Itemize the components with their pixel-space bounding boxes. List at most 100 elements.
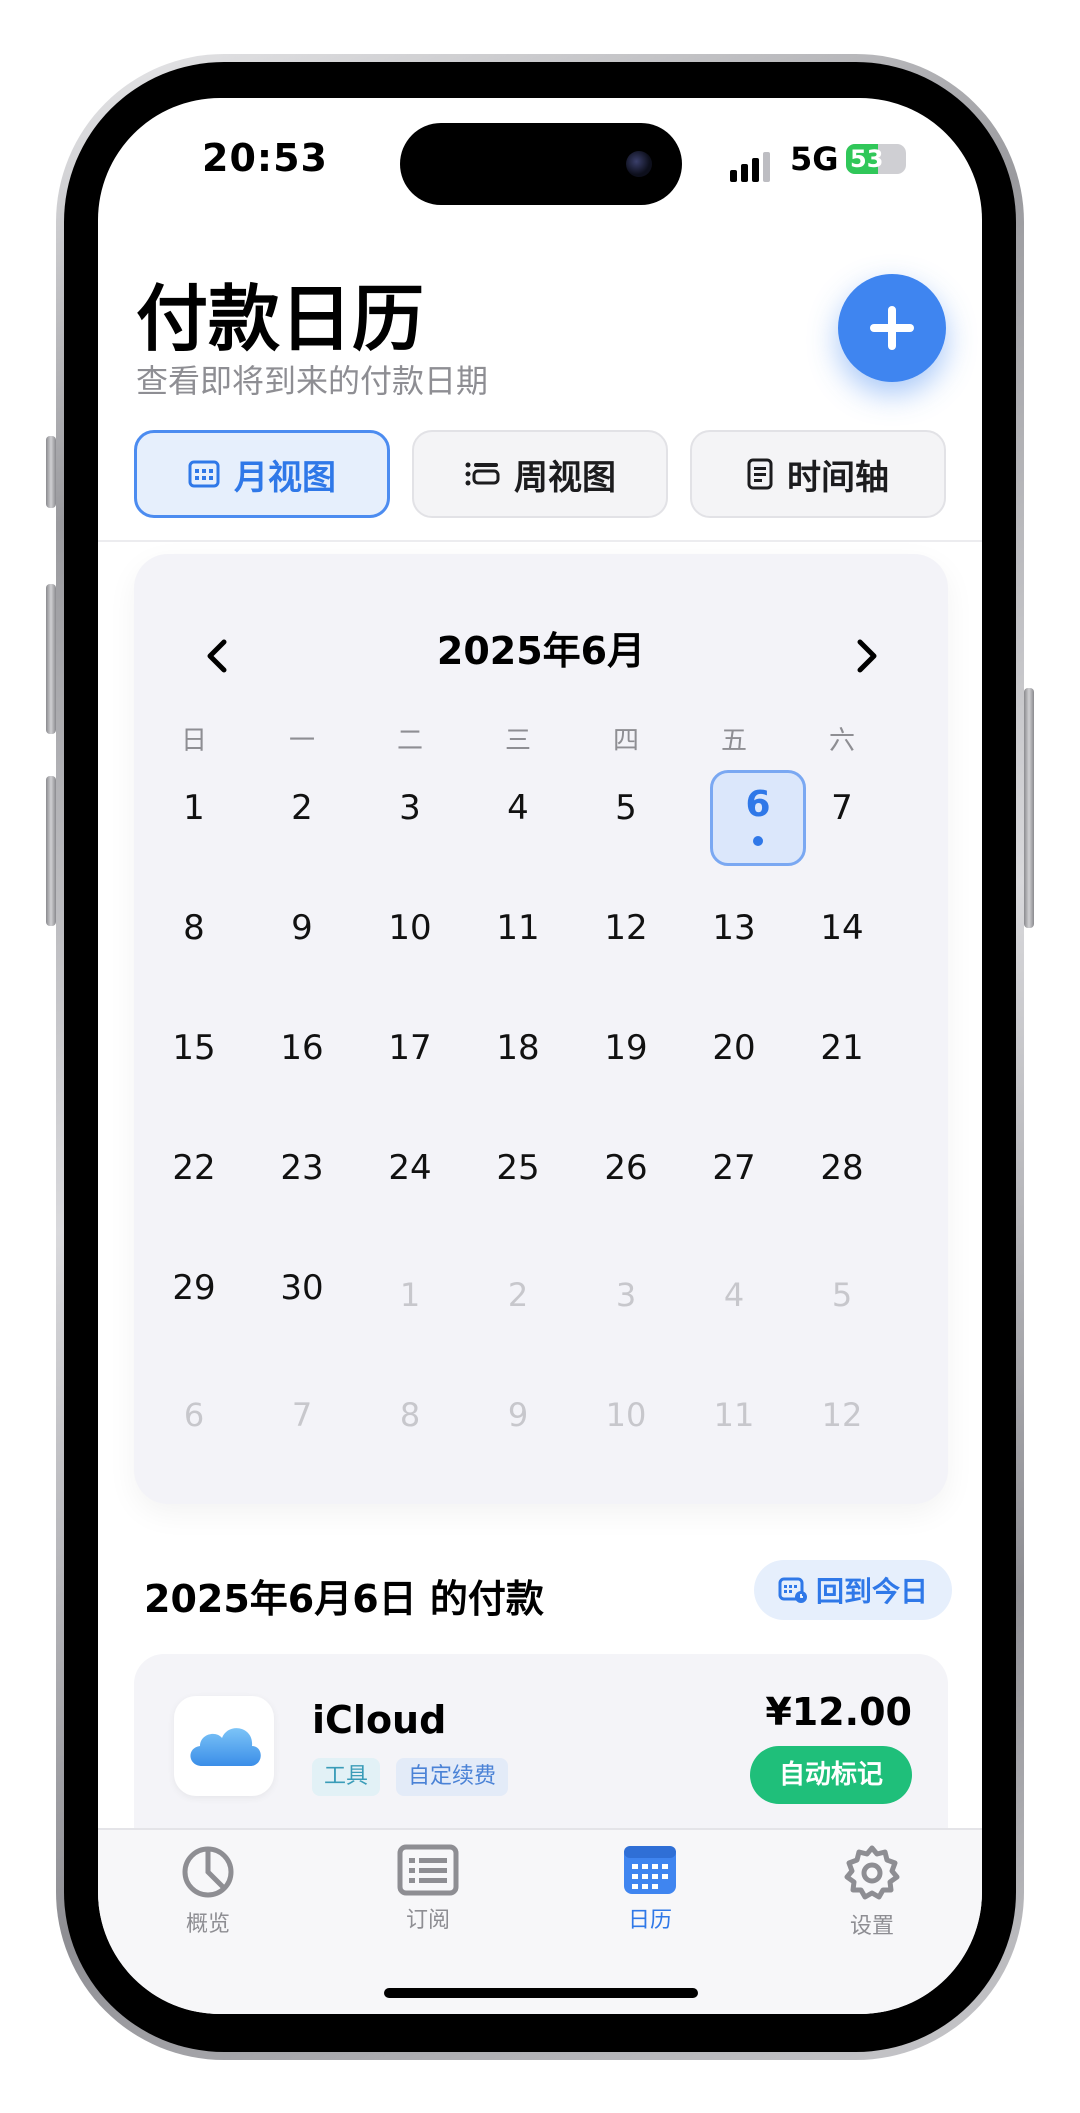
auto-mark-button[interactable]: 自动标记 — [750, 1746, 912, 1804]
back-to-today-button[interactable]: 回到今日 — [754, 1560, 952, 1620]
calendar-day[interactable]: 24 — [356, 1148, 464, 1188]
calendar-day-outside-month: 3 — [615, 1276, 637, 1314]
calendar-day[interactable]: 17 — [356, 1028, 464, 1068]
weekday-label: 六 — [828, 726, 855, 756]
weekday-label: 二 — [396, 726, 423, 756]
front-camera — [626, 151, 652, 177]
tabbar-label: 订阅 — [405, 1908, 450, 1933]
status-time: 20:53 — [202, 136, 328, 180]
weekday-label: 五 — [720, 726, 747, 756]
tabbar-item-subscriptions[interactable]: 订阅 — [348, 1844, 508, 1934]
calendar-day[interactable]: 26 — [572, 1148, 680, 1188]
calendar-day[interactable]: 2 — [248, 788, 356, 828]
week-list-icon — [465, 462, 500, 486]
calendar-day[interactable]: 18 — [464, 1028, 572, 1068]
tabbar-label: 设置 — [849, 1914, 894, 1939]
dynamic-island — [400, 123, 682, 205]
page-title: 付款日历 — [136, 277, 425, 361]
mute-switch — [46, 436, 56, 508]
calendar-day-outside-month: 2 — [507, 1276, 529, 1314]
calendar-day-outside-month: 10 — [605, 1396, 647, 1434]
calendar-day[interactable]: 22 — [140, 1148, 248, 1188]
calendar-day[interactable]: 19 — [572, 1028, 680, 1068]
calendar-icon — [624, 1846, 676, 1894]
cloud-icon — [190, 1728, 261, 1766]
calendar-day-outside-month: 11 — [713, 1396, 755, 1434]
tab-label: 月视图 — [234, 457, 336, 498]
calendar-day[interactable]: 12 — [572, 908, 680, 948]
volume-down-button — [46, 776, 56, 926]
gear-icon — [844, 1845, 900, 1900]
home-indicator — [384, 1988, 698, 1998]
bottom-tab-bar: 概览 订阅 日历 设置 — [98, 1828, 982, 2014]
tab-timeline-view[interactable]: 时间轴 — [690, 430, 946, 518]
calendar-grid-icon — [188, 460, 220, 488]
calendar-today-icon — [778, 1577, 807, 1603]
tabbar-item-overview[interactable]: 概览 — [128, 1844, 288, 1938]
add-payment-button[interactable] — [838, 274, 946, 382]
page-subtitle: 查看即将到来的付款日期 — [136, 362, 489, 400]
tabbar-label: 概览 — [185, 1912, 230, 1937]
battery-icon: 53 — [846, 144, 906, 174]
tab-week-view[interactable]: 周视图 — [412, 430, 668, 518]
power-button — [1024, 688, 1034, 928]
calendar-day[interactable]: 25 — [464, 1148, 572, 1188]
calendar-day[interactable]: 13 — [680, 908, 788, 948]
calendar-day[interactable]: 23 — [248, 1148, 356, 1188]
network-type: 5G — [790, 140, 839, 178]
weekday-label: 日 — [180, 726, 207, 756]
calendar-day[interactable]: 4 — [464, 788, 572, 828]
list-icon — [397, 1844, 459, 1896]
calendar-day[interactable]: 8 — [140, 908, 248, 948]
calendar-day-outside-month: 7 — [291, 1396, 313, 1434]
tabbar-item-calendar[interactable]: 日历 — [570, 1844, 730, 1934]
calendar-day-outside-month: 1 — [399, 1276, 421, 1314]
category-tag: 工具 — [312, 1758, 381, 1796]
calendar-day[interactable]: 15 — [140, 1028, 248, 1068]
calendar-day-outside-month: 6 — [183, 1396, 205, 1434]
payment-dot-indicator — [753, 836, 763, 846]
calendar-day[interactable]: 1 — [140, 788, 248, 828]
signal-icon — [730, 152, 770, 182]
calendar-day[interactable]: 30 — [248, 1268, 356, 1308]
calendar-day[interactable]: 10 — [356, 908, 464, 948]
pie-chart-icon — [182, 1846, 234, 1898]
calendar-day[interactable]: 9 — [248, 908, 356, 948]
weekday-label: 四 — [612, 726, 639, 756]
calendar-day[interactable]: 21 — [788, 1028, 896, 1068]
payments-date-title: 2025年6月6日 的付款 — [144, 1577, 544, 1621]
calendar-card: 2025年6月 日一二三四五六 1 2 3 4 5 7 8 9 10 11 12 13 14 15 16 17… — [134, 554, 948, 1504]
tab-month-view[interactable]: 月视图 — [134, 430, 390, 518]
back-to-today-label: 回到今日 — [815, 1575, 928, 1608]
calendar-day-outside-month: 4 — [723, 1276, 745, 1314]
plus-icon-vertical — [888, 306, 896, 350]
tabbar-item-settings[interactable]: 设置 — [792, 1844, 952, 1940]
icloud-app-icon — [174, 1696, 274, 1796]
battery-level: 53 — [850, 145, 884, 173]
calendar-day[interactable]: 16 — [248, 1028, 356, 1068]
calendar-day[interactable]: 11 — [464, 908, 572, 948]
calendar-day[interactable]: 5 — [572, 788, 680, 828]
calendar-day-outside-month: 9 — [507, 1396, 529, 1434]
header-divider — [98, 540, 982, 542]
next-month-button[interactable] — [846, 636, 886, 676]
tabbar-label: 日历 — [627, 1908, 672, 1933]
calendar-day[interactable]: 3 — [356, 788, 464, 828]
calendar-day-outside-month: 12 — [821, 1396, 863, 1434]
timeline-doc-icon — [747, 458, 773, 490]
subscription-name: iCloud — [312, 1698, 447, 1742]
calendar-day[interactable]: 20 — [680, 1028, 788, 1068]
selected-day-number[interactable]: 6 — [710, 784, 806, 825]
app-screen: 20:53 5G 53 付款日历 查看即将到来的付款日期 月视图 周视图 时间轴… — [98, 98, 982, 2014]
calendar-day[interactable]: 27 — [680, 1148, 788, 1188]
payment-amount: ¥12.00 — [765, 1690, 912, 1734]
tab-label: 周视图 — [514, 457, 616, 498]
calendar-day[interactable]: 14 — [788, 908, 896, 948]
calendar-day[interactable]: 29 — [140, 1268, 248, 1308]
calendar-day-outside-month: 8 — [399, 1396, 421, 1434]
weekday-label: 一 — [288, 726, 315, 756]
calendar-day-outside-month: 5 — [831, 1276, 853, 1314]
volume-up-button — [46, 584, 56, 734]
calendar-day[interactable]: 28 — [788, 1148, 896, 1188]
renewal-tag: 自定续费 — [396, 1758, 509, 1796]
